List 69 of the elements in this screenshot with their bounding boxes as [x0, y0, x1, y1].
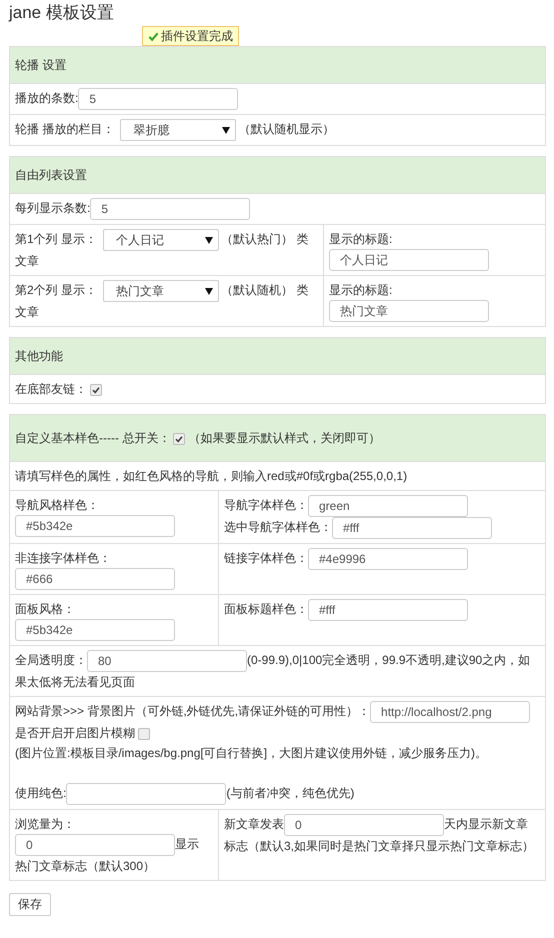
label-text: 是否开启开启图片模糊: [15, 726, 135, 740]
label-text: (0-99.9),0|100完全透明，99.9不透明,建议90之内，如: [247, 653, 530, 668]
label-text: 热门文章标志（默认300）: [15, 859, 156, 873]
label-text: 选中导航字体样色：: [224, 520, 332, 534]
label-text: 链接字体样色：: [224, 551, 308, 566]
page-title: jane 模板设置: [9, 2, 115, 24]
save-button[interactable]: 保存: [9, 893, 51, 916]
label-text: 文章: [15, 254, 39, 268]
label-text: 新文章发表: [224, 817, 284, 832]
label-text: （默认随机显示）: [238, 122, 334, 136]
label-text: 第2个列 显示：: [15, 283, 98, 298]
checkbox[interactable]: [173, 432, 186, 445]
caret-icon: [205, 288, 214, 294]
label-text: 请填写样色的属性，如红色风格的导航，则输入red或#0f或rgba(255,0,0,1): [15, 469, 408, 483]
input-field[interactable]: 热门文章: [329, 300, 489, 322]
label-text: 第1个列 显示：: [15, 232, 98, 246]
input-field[interactable]: #5b342e: [15, 619, 175, 641]
select-dropdown[interactable]: 个人日记: [103, 229, 220, 251]
label-text: 浏览量为：: [15, 817, 75, 831]
checkbox[interactable]: [90, 384, 102, 396]
label-text: 显示的标题:: [329, 283, 392, 297]
input-field[interactable]: green: [308, 495, 468, 517]
input-field[interactable]: 0: [15, 834, 175, 856]
input-field[interactable]: #5b342e: [15, 515, 175, 537]
label-text: 使用纯色:: [15, 786, 66, 800]
checkbox[interactable]: [138, 728, 150, 740]
label-text: 其他功能: [15, 349, 63, 363]
input-field[interactable]: 5: [90, 198, 250, 220]
select-dropdown[interactable]: 热门文章: [103, 280, 220, 302]
label-text: 网站背景>>> 背景图片（可外链,外链优先,请保证外链的可用性）：: [15, 704, 370, 718]
label-text: 全局透明度：: [15, 653, 87, 668]
input-field[interactable]: #666: [15, 568, 175, 590]
check-icon: [148, 30, 159, 42]
label-text: 显示的标题:: [329, 232, 392, 246]
label-text: 轮播 播放的栏目：: [15, 122, 114, 136]
input-field[interactable]: #4e9996: [308, 548, 468, 570]
input-field[interactable]: #fff: [332, 517, 492, 539]
select-dropdown[interactable]: 翠折臆: [120, 119, 236, 141]
label-text: 播放的条数:: [15, 91, 78, 106]
success-notice: 插件设置完成: [142, 26, 239, 46]
label-text: 显示: [175, 837, 199, 852]
input-field[interactable]: #fff: [308, 599, 468, 621]
label-text: 自定义基本样色----- 总开关：: [15, 431, 170, 445]
label-text: 导航风格样色：: [15, 498, 99, 512]
label-text: 果太低将无法看见页面: [15, 675, 135, 689]
caret-icon: [222, 126, 230, 134]
label-text: 在底部友链：: [15, 382, 87, 396]
label-text: 导航字体样色：: [224, 498, 308, 512]
label-text: （默认随机） 类: [221, 283, 308, 298]
label-text: 天内显示新文章: [444, 817, 528, 832]
label-text: 面板标题样色：: [224, 602, 308, 616]
label-text: 非连接字体样色：: [15, 551, 111, 565]
input-field[interactable]: 80: [87, 650, 247, 672]
input-field[interactable]: 5: [78, 88, 238, 110]
label-text: 面板风格：: [15, 602, 75, 616]
caret-icon: [205, 236, 214, 244]
label-text: (图片位置:模板目录/images/bg.png[可自行替换]，大图片建议使用外链，减少服务压力)。: [15, 746, 488, 760]
label-text: （如果要显示默认样式，关闭即可）: [188, 431, 380, 445]
label-text: 每列显示条数:: [15, 201, 90, 216]
label-text: 轮播 设置: [15, 58, 66, 72]
label-text: (与前者冲突，纯色优先): [226, 786, 354, 800]
label-text: 文章: [15, 305, 39, 319]
input-field[interactable]: http://localhost/2.png: [370, 701, 530, 723]
input-field[interactable]: 个人日记: [329, 249, 489, 271]
label-text: （默认热门） 类: [221, 232, 308, 246]
label-text: 自由列表设置: [15, 168, 87, 182]
input-field[interactable]: [66, 783, 226, 805]
label-text: 标志（默认3,如果同时是热门文章择只显示热门文章标志）: [224, 839, 534, 853]
input-field[interactable]: 0: [284, 814, 444, 836]
